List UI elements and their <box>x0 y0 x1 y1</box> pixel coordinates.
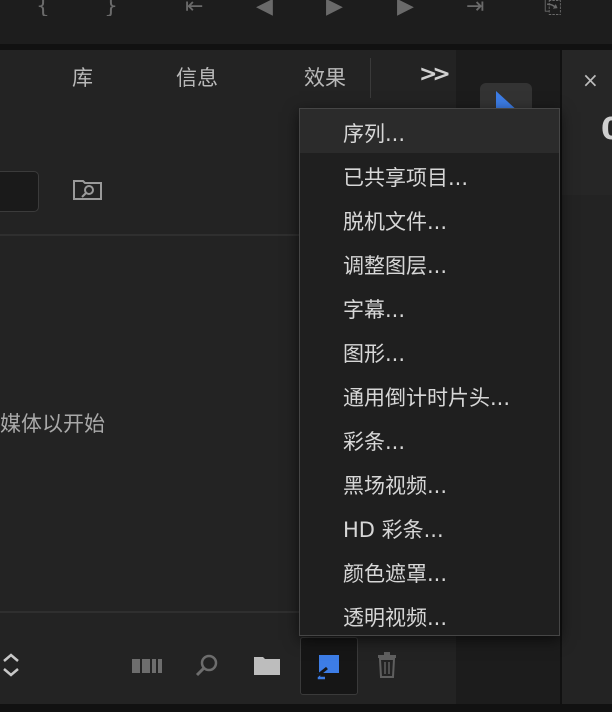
tab-library[interactable]: 库 <box>72 62 93 92</box>
menu-item-adjustment-layer[interactable]: 调整图层... <box>300 241 559 285</box>
goto-out-icon[interactable]: ⇥ <box>466 0 484 16</box>
menu-item-label: 脱机文件... <box>343 210 448 234</box>
timecode-text: 0 <box>601 112 612 147</box>
freeform-view-icon[interactable] <box>132 656 164 676</box>
menu-item-label: 通用倒计时片头... <box>343 386 511 410</box>
menu-item-label: HD 彩条... <box>343 518 444 542</box>
menu-item-color-matte[interactable]: 颜色遮罩... <box>300 549 559 593</box>
menu-item-label: 序列... <box>343 122 406 146</box>
curly-bracket-icon-2[interactable]: } <box>104 0 118 16</box>
search-input[interactable] <box>0 171 39 212</box>
menu-item-countdown-leader[interactable]: 通用倒计时片头... <box>300 373 559 417</box>
menu-item-offline-file[interactable]: 脱机文件... <box>300 197 559 241</box>
import-hint-text: 媒体以开始 <box>0 412 105 436</box>
top-toolbar <box>0 0 612 44</box>
new-item-button[interactable] <box>300 637 358 695</box>
play-icon[interactable]: ▶ <box>326 0 343 16</box>
menu-item-graphic[interactable]: 图形... <box>300 329 559 373</box>
new-bin-icon[interactable] <box>253 654 281 676</box>
new-item-icon <box>316 655 339 680</box>
menu-item-hd-bars[interactable]: HD 彩条... <box>300 505 559 549</box>
menu-item-label: 图形... <box>343 342 406 366</box>
rewind-icon[interactable]: ◀ <box>256 0 273 16</box>
menu-item-label: 透明视频... <box>343 606 448 630</box>
close-icon[interactable]: × <box>582 68 599 92</box>
menu-item-shared-project[interactable]: 已共享项目... <box>300 153 559 197</box>
menu-item-caption[interactable]: 字幕... <box>300 285 559 329</box>
tab-info[interactable]: 信息 <box>176 62 218 92</box>
trash-icon[interactable] <box>376 652 398 678</box>
menu-item-label: 颜色遮罩... <box>343 562 448 586</box>
menu-item-label: 字幕... <box>343 298 406 322</box>
find-icon[interactable] <box>194 653 220 679</box>
menu-item-label: 调整图层... <box>343 254 448 278</box>
new-item-menu: 序列... 已共享项目... 脱机文件... 调整图层... 字幕... 图形.… <box>299 108 560 636</box>
menu-item-sequence[interactable]: 序列... <box>300 109 559 153</box>
step-forward-icon[interactable]: ▶ <box>397 0 414 16</box>
menu-item-label: 彩条... <box>343 430 406 454</box>
export-frame-icon[interactable]: ⎘ <box>544 0 562 16</box>
sort-arrows-icon[interactable] <box>0 652 22 678</box>
search-bin-icon[interactable] <box>73 178 103 200</box>
menu-item-label: 黑场视频... <box>343 474 448 498</box>
footer-divider <box>0 611 300 613</box>
menu-item-label: 已共享项目... <box>343 166 469 190</box>
curly-bracket-icon[interactable]: { <box>36 0 50 16</box>
menu-item-bars-and-tone[interactable]: 彩条... <box>300 417 559 461</box>
menu-item-black-video[interactable]: 黑场视频... <box>300 461 559 505</box>
overflow-tabs-icon[interactable]: >> <box>419 62 451 87</box>
tab-separator <box>370 58 371 98</box>
step-back-icon[interactable]: ⇤ <box>185 0 203 16</box>
header-divider <box>0 234 300 236</box>
menu-item-transparent-video[interactable]: 透明视频... <box>300 593 559 637</box>
tab-effects[interactable]: 效果 <box>304 62 346 92</box>
